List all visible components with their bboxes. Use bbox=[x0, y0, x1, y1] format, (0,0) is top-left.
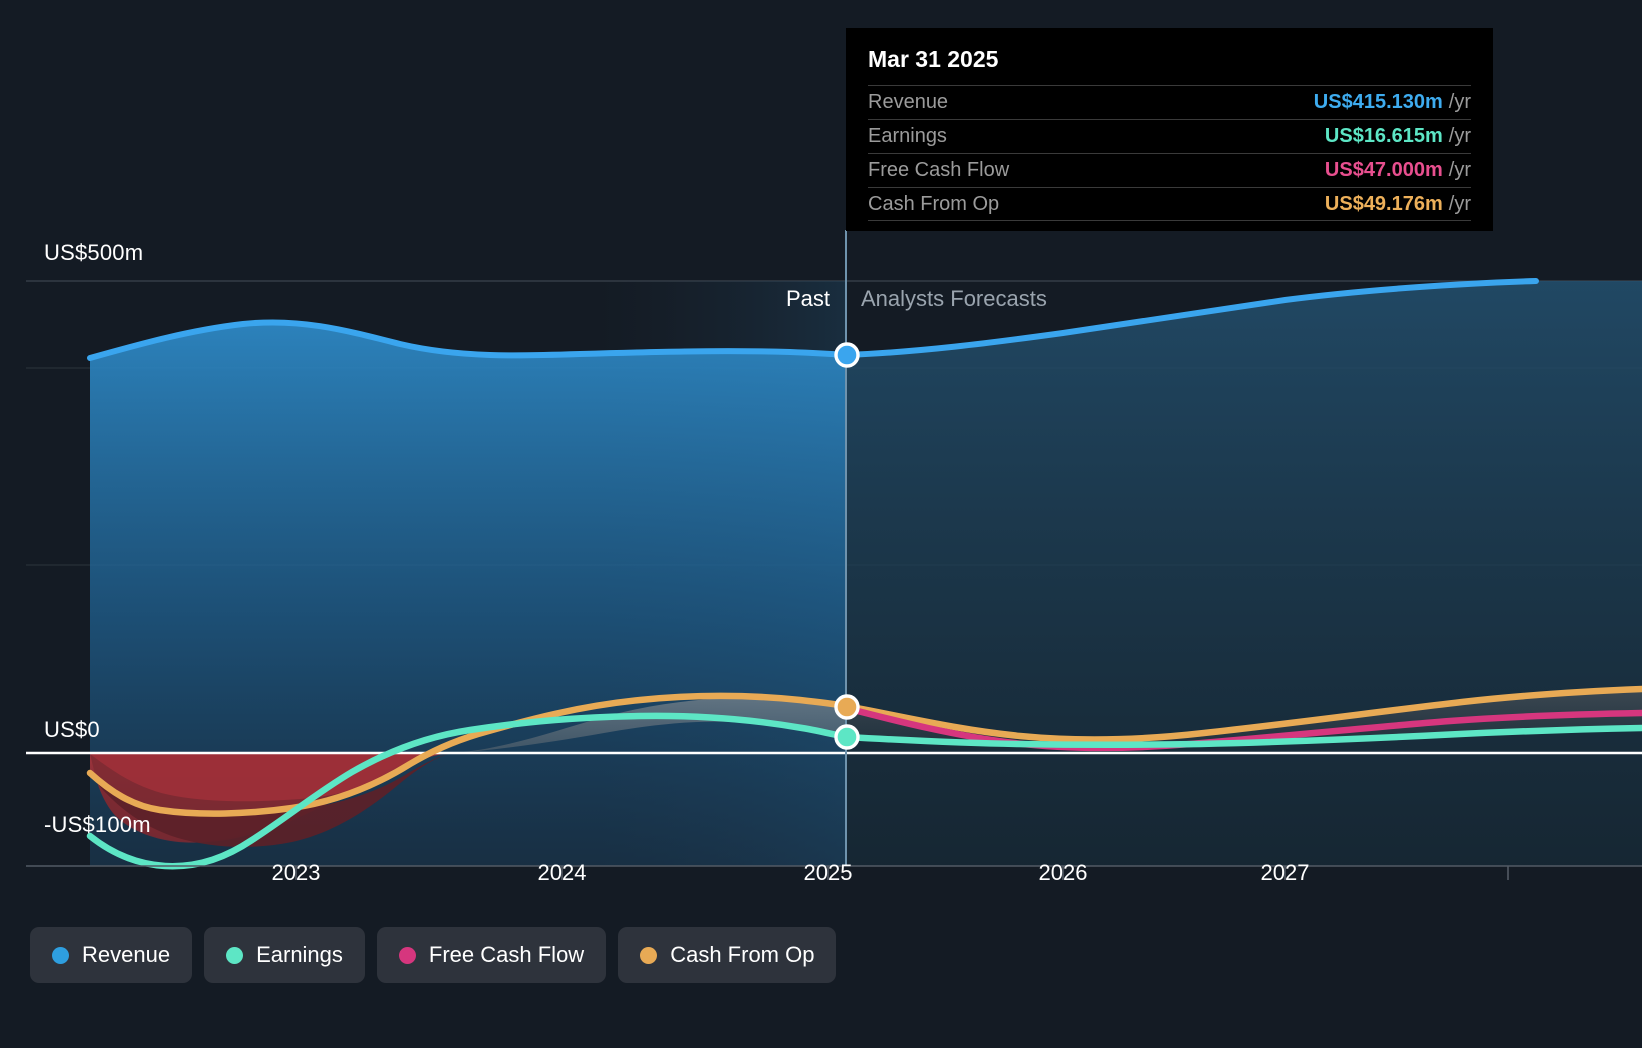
tooltip-value-cash-from-op: US$49.176m bbox=[1324, 192, 1443, 215]
tooltip-value-free-cash-flow: US$47.000m bbox=[1324, 159, 1443, 181]
legend-item-earnings[interactable]: Earnings bbox=[204, 927, 365, 983]
tooltip-row-revenue: Revenue US$415.130m/yr bbox=[868, 85, 1471, 119]
tooltip-label-revenue: Revenue bbox=[868, 91, 949, 113]
y-axis-label-top: US$500m bbox=[44, 240, 144, 265]
y-axis-label-zero: US$0 bbox=[44, 717, 100, 742]
x-axis-label-2025: 2025 bbox=[803, 860, 853, 885]
marker-earnings[interactable] bbox=[834, 724, 860, 750]
tooltip-value-wrap-cash-from-op: US$49.176m/yr bbox=[1325, 193, 1471, 216]
y-axis-label-bottom: -US$100m bbox=[44, 812, 151, 837]
forecast-region-label: Analysts Forecasts bbox=[861, 286, 1047, 311]
legend-label-earnings: Earnings bbox=[256, 942, 343, 967]
chart-page: US$500m US$0 -US$100m 2023 2024 2025 202… bbox=[0, 0, 1642, 1048]
tooltip-label-cash-from-op: Cash From Op bbox=[868, 192, 1000, 215]
legend-label-free-cash-flow: Free Cash Flow bbox=[428, 942, 585, 967]
x-axis-label-2027: 2027 bbox=[1260, 860, 1310, 885]
past-region-label: Past bbox=[786, 286, 831, 311]
tooltip-label-free-cash-flow: Free Cash Flow bbox=[868, 159, 1010, 181]
tooltip-value-earnings: US$16.615m bbox=[1324, 125, 1443, 147]
tooltip-date: Mar 31 2025 bbox=[868, 46, 999, 72]
tooltip-unit-earnings: /yr bbox=[1448, 125, 1471, 147]
marker-cash-from-op[interactable] bbox=[834, 694, 860, 720]
legend-item-cash-from-op[interactable]: Cash From Op bbox=[618, 927, 837, 983]
legend-label-revenue: Revenue bbox=[82, 942, 171, 967]
marker-revenue[interactable] bbox=[834, 342, 860, 368]
revenue-area-forecast bbox=[846, 281, 1642, 866]
x-axis-ticks bbox=[295, 866, 1509, 880]
legend-dot-revenue-icon bbox=[52, 946, 69, 964]
legend-dot-earnings-icon bbox=[226, 946, 244, 964]
tooltip-value-wrap-free-cash-flow: US$47.000m/yr bbox=[1325, 159, 1471, 182]
legend-dot-free-cash-flow-icon bbox=[398, 946, 416, 964]
tooltip-label-earnings: Earnings bbox=[868, 125, 947, 147]
tooltip-value-revenue: US$415.130m bbox=[1313, 91, 1443, 113]
tooltip-unit-cash-from-op: /yr bbox=[1448, 192, 1471, 215]
legend-dot-cash-from-op-icon bbox=[640, 946, 658, 964]
tooltip-unit-free-cash-flow: /yr bbox=[1448, 159, 1471, 181]
x-axis-label-2026: 2026 bbox=[1038, 860, 1088, 885]
x-axis-label-2024: 2024 bbox=[537, 860, 587, 885]
tooltip-row-free-cash-flow: Free Cash Flow US$47.000m/yr bbox=[868, 153, 1471, 187]
legend-item-free-cash-flow[interactable]: Free Cash Flow bbox=[376, 927, 607, 983]
chart-tooltip: Mar 31 2025 Revenue US$415.130m/yr Earni… bbox=[846, 28, 1493, 231]
tooltip-row-earnings: Earnings US$16.615m/yr bbox=[868, 119, 1471, 153]
chart-legend: Revenue Earnings Free Cash Flow Cash Fro… bbox=[30, 927, 837, 983]
tooltip-value-wrap-earnings: US$16.615m/yr bbox=[1325, 125, 1471, 148]
tooltip-unit-revenue: /yr bbox=[1448, 91, 1471, 113]
tooltip-row-cash-from-op: Cash From Op US$49.176m/yr bbox=[868, 187, 1471, 221]
legend-label-cash-from-op: Cash From Op bbox=[670, 942, 815, 967]
legend-item-revenue[interactable]: Revenue bbox=[30, 927, 193, 983]
x-axis-label-2023: 2023 bbox=[271, 860, 321, 885]
tooltip-value-wrap-revenue: US$415.130m/yr bbox=[1314, 91, 1471, 114]
